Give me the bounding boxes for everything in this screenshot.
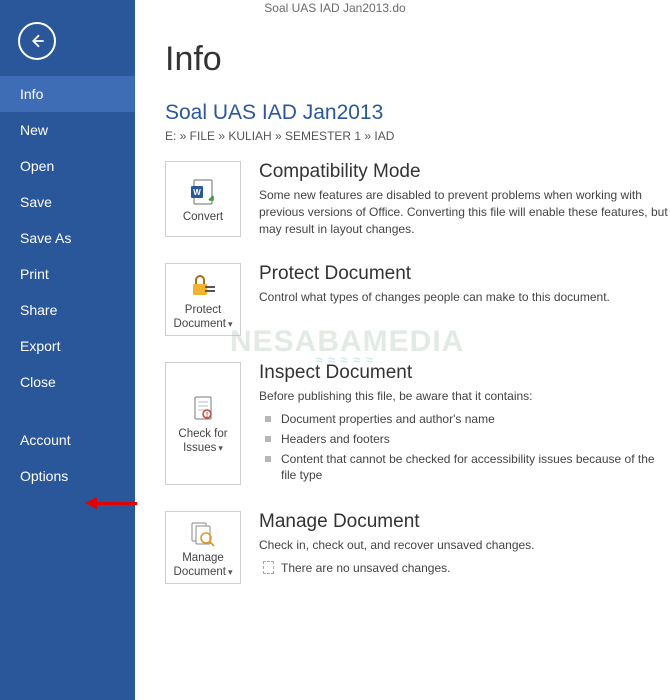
arrow-left-icon bbox=[28, 32, 46, 50]
list-item: Document properties and author's name bbox=[259, 409, 668, 429]
section-desc: Check in, check out, and recover unsaved… bbox=[259, 537, 668, 554]
protect-document-button[interactable]: Protect Document▾ bbox=[165, 263, 241, 335]
nav-export[interactable]: Export bbox=[0, 328, 135, 364]
page-title: Info bbox=[165, 40, 670, 79]
tile-label-line1: Check for bbox=[178, 428, 227, 441]
nav-save[interactable]: Save bbox=[0, 184, 135, 220]
svg-text:!: ! bbox=[206, 412, 208, 419]
breadcrumb: E: » FILE » KULIAH » SEMESTER 1 » IAD bbox=[165, 129, 670, 143]
nav-new[interactable]: New bbox=[0, 112, 135, 148]
section-manage: Manage Document▾ Manage Document Check i… bbox=[165, 511, 670, 583]
nav-print[interactable]: Print bbox=[0, 256, 135, 292]
list-item: There are no unsaved changes. bbox=[259, 558, 668, 578]
backstage-sidebar: Info New Open Save Save As Print Share E… bbox=[0, 0, 135, 700]
manage-doc-icon bbox=[189, 519, 217, 547]
section-desc: Control what types of changes people can… bbox=[259, 289, 668, 306]
nav-open[interactable]: Open bbox=[0, 148, 135, 184]
section-compatibility: W Convert Compatibility Mode Some new fe… bbox=[165, 161, 670, 237]
nav-save-as[interactable]: Save As bbox=[0, 220, 135, 256]
section-desc: Before publishing this file, be aware th… bbox=[259, 388, 668, 405]
nav-close[interactable]: Close bbox=[0, 364, 135, 400]
tile-label-line2: Issues▾ bbox=[183, 442, 223, 455]
nav-info[interactable]: Info bbox=[0, 76, 135, 112]
tile-label: Convert bbox=[183, 211, 223, 224]
word-convert-icon: W bbox=[190, 178, 216, 206]
section-heading: Compatibility Mode bbox=[259, 161, 668, 183]
tile-label-line1: Manage bbox=[182, 552, 224, 565]
tile-label-line1: Protect bbox=[185, 304, 221, 317]
arrow-left-icon bbox=[85, 497, 97, 509]
inspect-icon: ! bbox=[190, 395, 216, 423]
inspect-bullets: Document properties and author's name He… bbox=[259, 409, 668, 486]
tile-label-line2: Document▾ bbox=[174, 566, 233, 579]
back-button[interactable] bbox=[18, 22, 56, 60]
section-desc: Some new features are disabled to preven… bbox=[259, 187, 668, 237]
section-inspect: ! Check for Issues▾ Inspect Document Bef… bbox=[165, 362, 670, 486]
section-protect: Protect Document▾ Protect Document Contr… bbox=[165, 263, 670, 335]
svg-text:W: W bbox=[193, 188, 201, 197]
nav-options[interactable]: Options bbox=[0, 458, 135, 494]
list-item: Content that cannot be checked for acces… bbox=[259, 449, 668, 485]
list-item: Headers and footers bbox=[259, 429, 668, 449]
manage-document-button[interactable]: Manage Document▾ bbox=[165, 511, 241, 583]
tile-label-line2: Document▾ bbox=[174, 318, 233, 331]
section-heading: Inspect Document bbox=[259, 362, 668, 384]
backstage-main: NESABAMEDIA ≈≈≈≈≈ Info Soal UAS IAD Jan2… bbox=[135, 0, 670, 700]
nav-share[interactable]: Share bbox=[0, 292, 135, 328]
annotation-arrow bbox=[85, 497, 137, 509]
manage-bullets: There are no unsaved changes. bbox=[259, 558, 668, 578]
document-title: Soal UAS IAD Jan2013 bbox=[165, 101, 670, 125]
nav-account[interactable]: Account bbox=[0, 422, 135, 458]
check-for-issues-button[interactable]: ! Check for Issues▾ bbox=[165, 362, 241, 486]
section-heading: Protect Document bbox=[259, 263, 668, 285]
section-heading: Manage Document bbox=[259, 511, 668, 533]
convert-button[interactable]: W Convert bbox=[165, 161, 241, 237]
lock-icon bbox=[189, 272, 217, 298]
window-title: Soal UAS IAD Jan2013.do bbox=[0, 0, 670, 18]
